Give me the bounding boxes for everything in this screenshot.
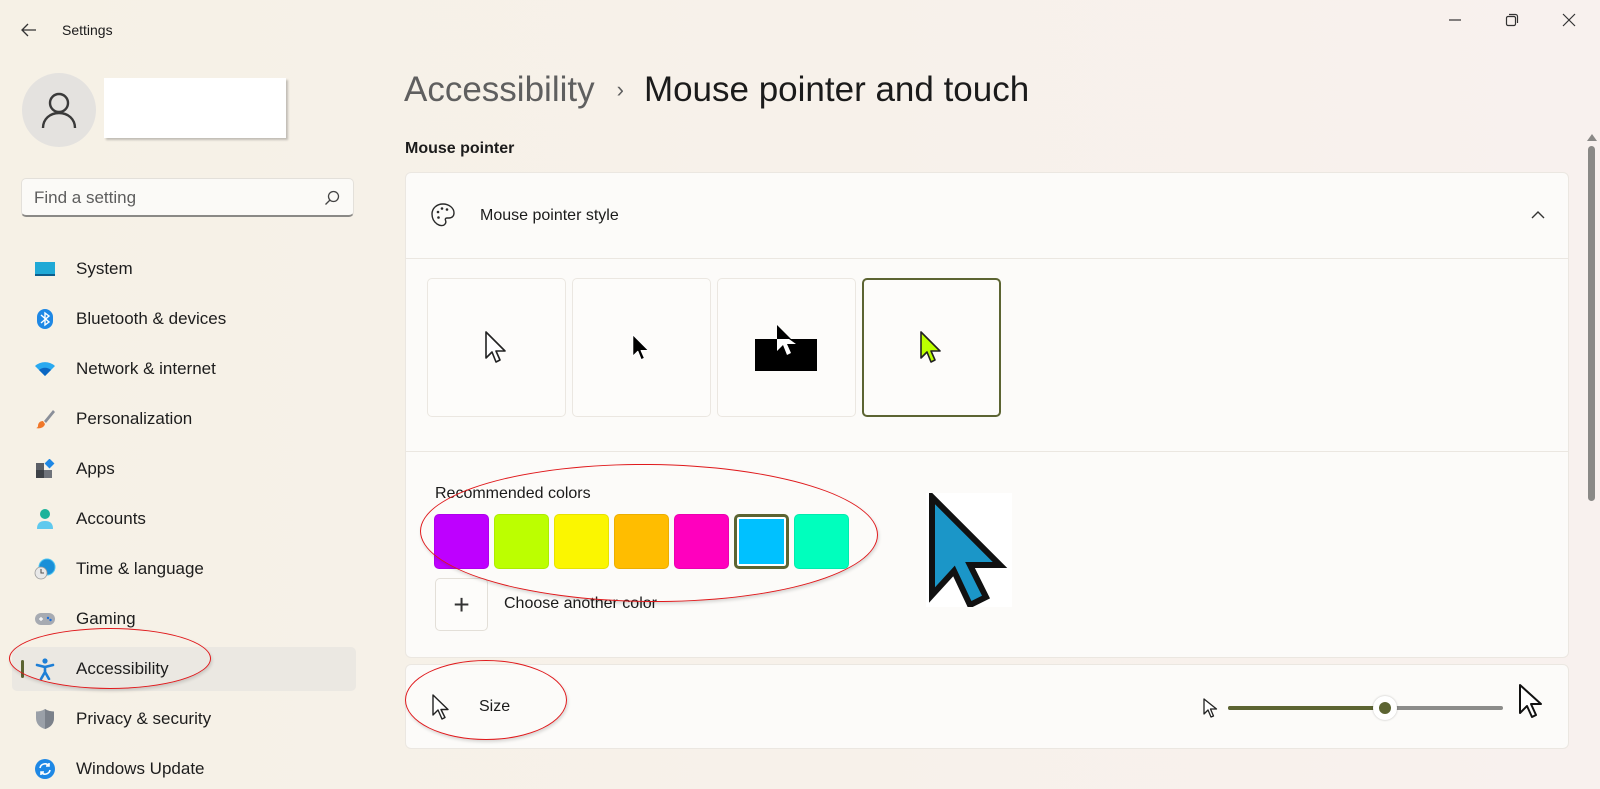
section-title: Mouse pointer: [405, 140, 515, 157]
preview-pointer-icon: [929, 489, 1008, 610]
color-swatch-6[interactable]: [734, 514, 789, 569]
sidebar-item-network[interactable]: Network & internet: [12, 344, 356, 394]
sidebar-item-system[interactable]: System: [12, 244, 356, 294]
apps-icon: [34, 458, 56, 480]
search-box[interactable]: [21, 178, 354, 217]
size-label: Size: [479, 698, 511, 715]
sidebar-item-privacy[interactable]: Privacy & security: [12, 694, 356, 744]
pointer-style-black[interactable]: [572, 278, 711, 417]
back-button[interactable]: [14, 16, 44, 44]
divider: [406, 451, 1568, 452]
sidebar-item-label: Accessibility: [76, 659, 169, 678]
inverted-pointer-icon: [754, 324, 817, 371]
color-swatch-5[interactable]: [674, 514, 729, 569]
mouse-pointer-style-label: Mouse pointer style: [480, 207, 619, 224]
avatar: [22, 73, 96, 147]
brush-icon: [34, 408, 56, 430]
pointer-style-white[interactable]: [427, 278, 566, 417]
sidebar-item-label: Apps: [76, 459, 115, 478]
pointer-color-preview: [926, 489, 1012, 610]
sidebar-item-apps[interactable]: Apps: [12, 444, 356, 494]
pointer-size-slider[interactable]: [1228, 695, 1503, 721]
minimize-icon: [1449, 19, 1461, 21]
plus-icon: +: [453, 588, 470, 620]
shield-icon: [34, 708, 56, 730]
color-swatch-2[interactable]: [494, 514, 549, 569]
sidebar-item-personalization[interactable]: Personalization: [12, 394, 356, 444]
large-pointer-icon: [1519, 684, 1542, 718]
black-pointer-icon: [631, 333, 649, 360]
pointer-style-inverted[interactable]: [717, 278, 856, 417]
scrollbar-thumb[interactable]: [1588, 146, 1595, 501]
mouse-pointer-style-expander[interactable]: Mouse pointer style: [406, 173, 1568, 259]
bluetooth-icon: [34, 308, 56, 330]
white-pointer-icon: [484, 330, 506, 363]
user-icon: [41, 92, 77, 129]
page-title: Mouse pointer and touch: [643, 70, 1030, 109]
choose-another-color-label[interactable]: Choose another color: [504, 595, 657, 613]
sidebar-item-label: Bluetooth & devices: [76, 309, 227, 328]
sidebar-item-gaming[interactable]: Gaming: [12, 594, 356, 644]
minimize-button[interactable]: [1432, 6, 1478, 34]
pointer-icon: [432, 694, 449, 720]
accounts-icon: [34, 508, 56, 530]
sidebar-nav: System Bluetooth & devices Network & int…: [12, 244, 356, 789]
color-swatch-7[interactable]: [794, 514, 849, 569]
restore-icon: [1505, 13, 1519, 27]
breadcrumb-separator-icon: ›: [616, 77, 624, 102]
recommended-colors: [434, 514, 849, 569]
sidebar-item-accounts[interactable]: Accounts: [12, 494, 356, 544]
sidebar-item-label: Windows Update: [76, 759, 205, 778]
app-title: Settings: [62, 22, 113, 38]
sidebar-item-bluetooth[interactable]: Bluetooth & devices: [12, 294, 356, 344]
wifi-icon: [34, 358, 56, 380]
color-swatch-1[interactable]: [434, 514, 489, 569]
sidebar-item-windows-update[interactable]: Windows Update: [12, 744, 356, 789]
title-bar: Settings: [0, 0, 1600, 60]
chevron-up-icon[interactable]: [1528, 205, 1548, 225]
globe-clock-icon: [34, 558, 56, 580]
accessibility-icon: [34, 658, 56, 680]
color-swatch-4[interactable]: [614, 514, 669, 569]
gamepad-icon: [34, 608, 56, 630]
sidebar-item-label: Privacy & security: [76, 709, 212, 728]
breadcrumb: Accessibility › Mouse pointer and touch: [404, 70, 1029, 110]
close-button[interactable]: [1546, 6, 1592, 34]
sidebar-item-label: Network & internet: [76, 359, 216, 378]
sidebar-item-accessibility[interactable]: Accessibility: [12, 647, 356, 691]
breadcrumb-parent-link[interactable]: Accessibility: [404, 70, 595, 110]
sidebar-item-label: Personalization: [76, 409, 193, 428]
restore-button[interactable]: [1489, 6, 1535, 34]
recommended-colors-label: Recommended colors: [435, 485, 591, 502]
sidebar-item-label: Accounts: [76, 509, 146, 528]
palette-icon: [431, 203, 455, 227]
custom-color-pointer-icon: [919, 330, 941, 363]
close-icon: [1562, 13, 1576, 27]
slider-thumb[interactable]: [1372, 696, 1397, 720]
sidebar-item-label: System: [76, 259, 133, 278]
system-icon: [34, 258, 56, 280]
slider-fill: [1228, 706, 1385, 710]
mouse-pointer-style-card: Mouse pointer style Recommended colors +…: [405, 172, 1569, 658]
search-input[interactable]: [34, 187, 314, 209]
profile-name-redacted: [104, 78, 286, 138]
size-card: Size: [405, 664, 1569, 749]
search-icon[interactable]: [323, 189, 341, 207]
color-swatch-3[interactable]: [554, 514, 609, 569]
small-pointer-icon: [1203, 698, 1218, 718]
active-indicator: [21, 660, 24, 678]
arrow-left-icon: [21, 23, 36, 37]
choose-another-color-button[interactable]: +: [435, 578, 488, 631]
pointer-style-options: [427, 278, 1001, 417]
vertical-scrollbar[interactable]: [1584, 130, 1598, 789]
sidebar-item-time-language[interactable]: Time & language: [12, 544, 356, 594]
scroll-up-arrow-icon[interactable]: [1587, 134, 1597, 141]
update-icon: [34, 758, 56, 780]
pointer-style-custom[interactable]: [862, 278, 1001, 417]
sidebar-item-label: Gaming: [76, 609, 136, 628]
sidebar-item-label: Time & language: [76, 559, 204, 578]
